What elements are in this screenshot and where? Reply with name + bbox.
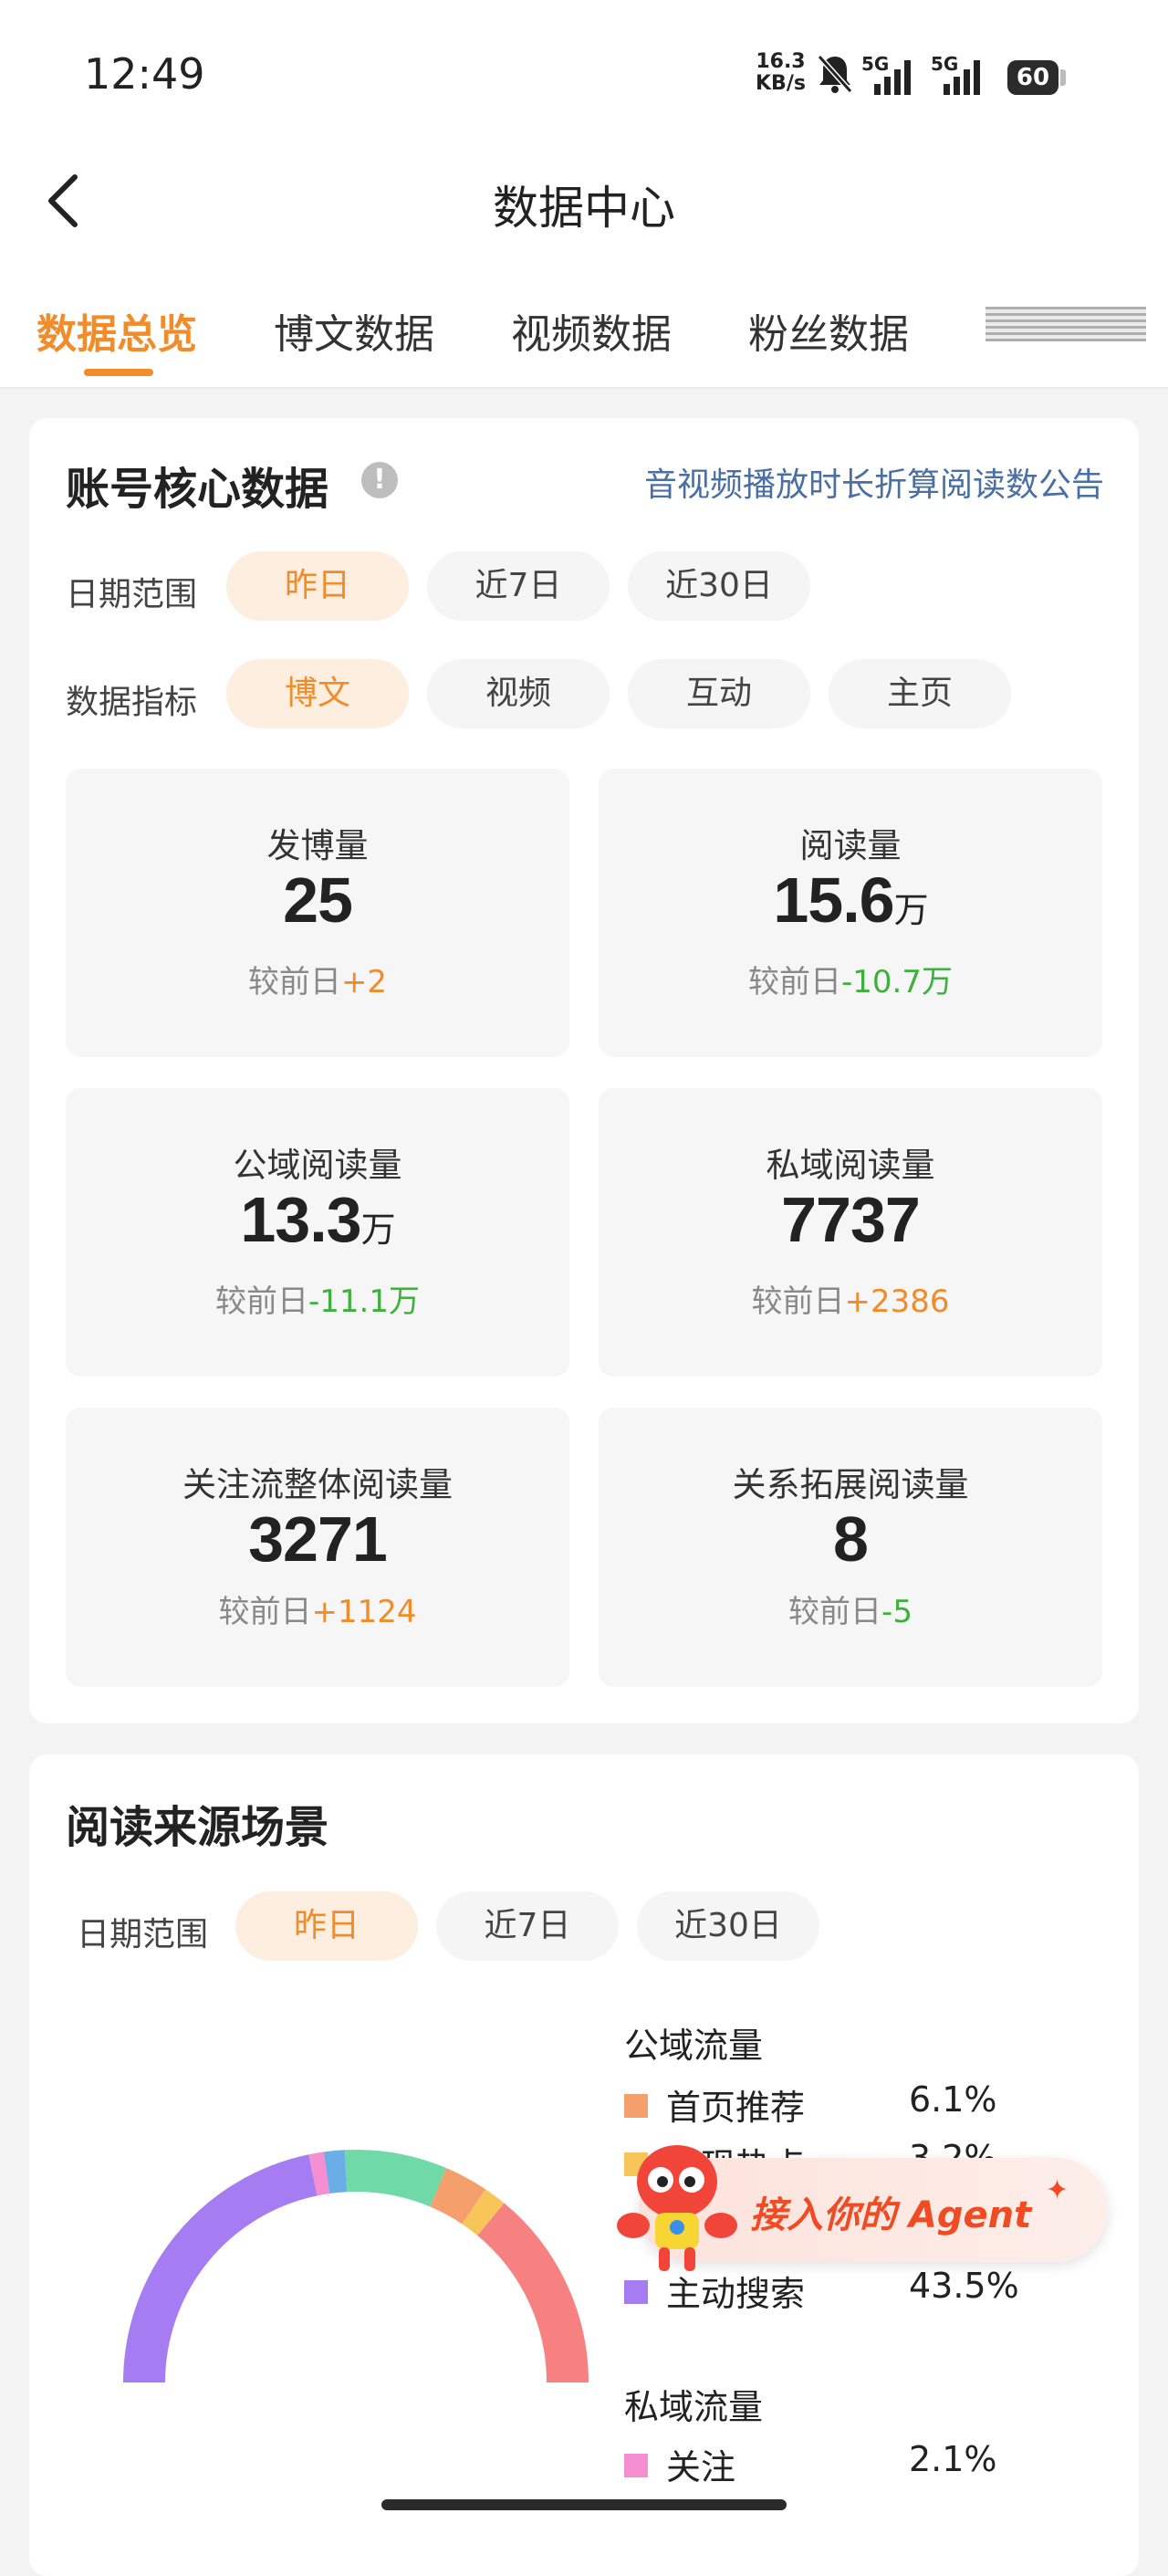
- donut-segment: [123, 2154, 318, 2383]
- net-speed: 16.3 KB/s: [756, 51, 806, 95]
- donut-segment: [344, 2150, 447, 2207]
- metric-pill-video[interactable]: 视频: [427, 659, 610, 728]
- stat-compare: 较前日+2386: [751, 1283, 950, 1320]
- stat-compare: 较前日-10.7万: [748, 964, 953, 1000]
- legend-pct: 6.1%: [909, 2079, 997, 2120]
- page-title: 数据中心: [493, 182, 675, 235]
- signal-1-label: 5G: [861, 53, 890, 75]
- stat-compare: 较前日-11.1万: [215, 1283, 420, 1320]
- donut-segment: [429, 2168, 486, 2225]
- status-time: 12:49: [84, 49, 205, 99]
- tab-overview[interactable]: 数据总览: [36, 301, 197, 360]
- stat-card-follow-feed-reads[interactable]: 关注流整体阅读量 3271 较前日+1124: [66, 1408, 569, 1687]
- stat-card-public-reads[interactable]: 公域阅读量 13.3万 较前日-11.1万: [66, 1088, 569, 1377]
- metric-pill-homepage[interactable]: 主页: [829, 659, 1011, 728]
- metric-pill-post[interactable]: 博文: [226, 659, 409, 728]
- signal-5g-2-icon: 5G: [931, 53, 995, 99]
- mascot-icon[interactable]: [613, 2129, 750, 2284]
- tab-video-data[interactable]: 视频数据: [511, 301, 672, 360]
- stat-card-private-reads[interactable]: 私域阅读量 7737 较前日+2386: [599, 1088, 1102, 1377]
- legend-swatch: [624, 2454, 648, 2477]
- stat-label: 发博量: [266, 826, 369, 865]
- signal-5g-1-icon: 5G: [861, 53, 925, 99]
- stat-label: 阅读量: [799, 826, 902, 865]
- donut-segment: [476, 2203, 589, 2383]
- metric-label: 数据指标: [66, 684, 198, 721]
- stat-compare: 较前日-5: [788, 1594, 912, 1630]
- signal-2-label: 5G: [931, 53, 959, 75]
- source-date-range-label: 日期范围: [77, 1916, 209, 1953]
- net-speed-value: 16.3: [756, 50, 806, 73]
- stat-compare: 较前日+1124: [218, 1594, 417, 1630]
- stat-card-posts[interactable]: 发博量 25 较前日+2: [66, 769, 569, 1057]
- date-pill-yesterday[interactable]: 昨日: [226, 551, 409, 621]
- net-speed-unit: KB/s: [756, 72, 806, 95]
- date-pill-7d[interactable]: 近7日: [427, 551, 610, 621]
- source-date-pill-7d[interactable]: 近7日: [436, 1891, 619, 1961]
- stat-label: 私域阅读量: [766, 1146, 935, 1185]
- stat-value: 15.6万: [773, 864, 928, 936]
- info-icon[interactable]: !: [361, 462, 398, 498]
- donut-segment: [323, 2150, 348, 2194]
- legend-group-private: 私域流量: [624, 2387, 764, 2427]
- core-data-card: 账号核心数据 ! 音视频播放时长折算阅读数公告 日期范围 昨日 近7日 近30日…: [29, 418, 1139, 1723]
- legend-name: 关注: [666, 2447, 736, 2487]
- stat-value: 13.3万: [240, 1184, 395, 1255]
- notice-link[interactable]: 音视频播放时长折算阅读数公告: [644, 458, 1104, 506]
- stat-label: 公域阅读量: [233, 1146, 402, 1185]
- stat-card-relation-reads[interactable]: 关系拓展阅读量 8 较前日-5: [599, 1408, 1102, 1687]
- tab-active-indicator: [84, 369, 153, 376]
- stat-label: 关注流整体阅读量: [182, 1465, 453, 1504]
- home-indicator[interactable]: [381, 2499, 787, 2510]
- source-date-pill-yesterday[interactable]: 昨日: [235, 1891, 418, 1961]
- legend-pct: 2.1%: [909, 2439, 997, 2479]
- battery-icon: 60: [1007, 60, 1058, 95]
- donut-segment: [462, 2189, 505, 2236]
- tab-post-data[interactable]: 博文数据: [274, 301, 434, 360]
- source-date-pill-30d[interactable]: 近30日: [637, 1891, 819, 1961]
- tab-fans-data[interactable]: 粉丝数据: [748, 301, 909, 360]
- stat-value: 25: [283, 864, 353, 936]
- status-bar: 12:49 16.3 KB/s 5G 5G 60: [0, 0, 1168, 155]
- date-pill-30d[interactable]: 近30日: [628, 551, 810, 621]
- legend-pct: 43.5%: [909, 2266, 1019, 2306]
- core-data-title: 账号核心数据: [66, 464, 329, 515]
- tab-bar: 数据总览 博文数据 视频数据 粉丝数据: [0, 246, 1168, 389]
- bell-muted-icon: [817, 54, 853, 94]
- tab-overflow-fade[interactable]: [986, 307, 1146, 341]
- stat-card-reads[interactable]: 阅读量 15.6万 较前日-10.7万: [599, 769, 1102, 1057]
- date-range-label: 日期范围: [66, 576, 198, 613]
- read-source-donut-chart: [123, 2150, 589, 2383]
- stat-value: 7737: [781, 1184, 921, 1255]
- stat-value: 8: [833, 1503, 869, 1575]
- sparkle-icon: ✦: [1046, 2174, 1069, 2206]
- metric-pill-interaction[interactable]: 互动: [628, 659, 810, 728]
- nav-bar: 数据中心: [0, 155, 1168, 246]
- agent-banner-text: 接入你的 Agent: [750, 2194, 1032, 2236]
- stat-label: 关系拓展阅读量: [732, 1465, 969, 1504]
- stat-value: 3271: [248, 1503, 388, 1575]
- legend-name: 首页推荐: [666, 2088, 806, 2128]
- donut-segment: [308, 2152, 330, 2196]
- stat-compare: 较前日+2: [247, 964, 388, 1000]
- battery-tip: [1060, 69, 1066, 86]
- legend-group-public: 公域流量: [624, 2026, 764, 2066]
- read-source-title: 阅读来源场景: [66, 1802, 329, 1853]
- legend-swatch: [624, 2094, 648, 2118]
